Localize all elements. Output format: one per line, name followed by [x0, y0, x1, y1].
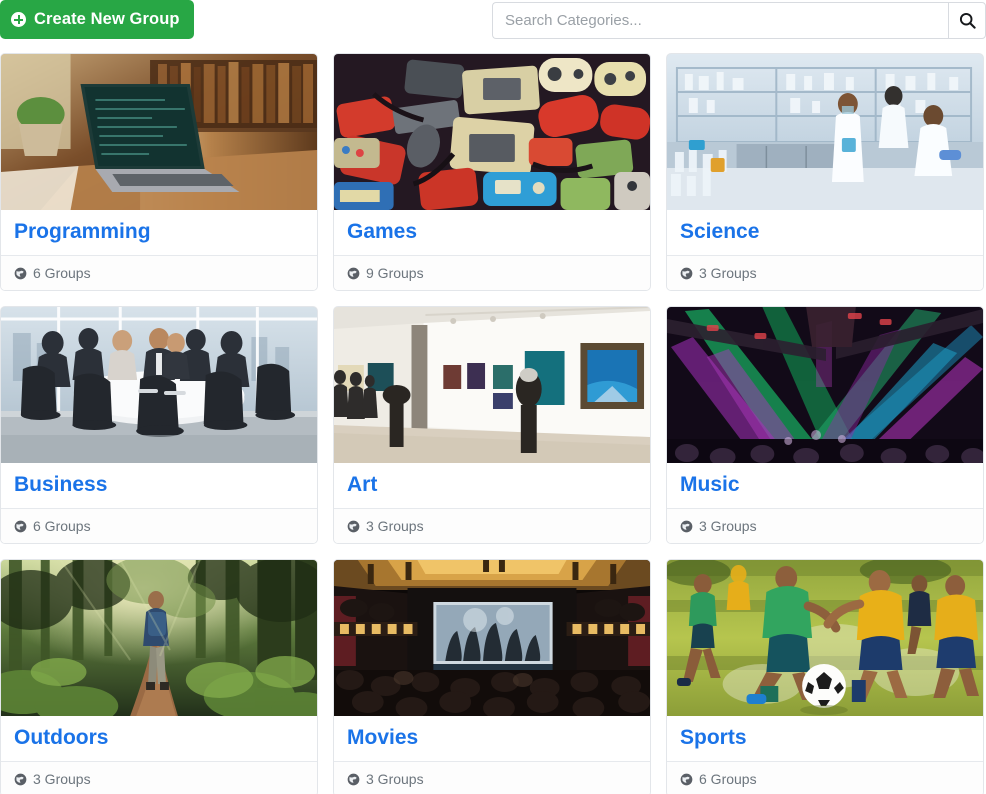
group-count-label: 6 Groups	[699, 771, 757, 788]
globe-icon	[14, 520, 27, 532]
globe-icon	[680, 520, 693, 532]
category-card-body: Sports	[667, 716, 983, 762]
globe-icon	[14, 267, 27, 279]
category-card-body: Music	[667, 463, 983, 509]
category-title-link[interactable]: Movies	[347, 727, 418, 749]
plus-circle-icon	[11, 12, 26, 27]
category-card-footer: 6 Groups	[667, 761, 983, 794]
category-title-link[interactable]: Business	[14, 473, 107, 496]
group-count-label: 9 Groups	[366, 265, 424, 282]
category-card[interactable]: Movies 3 Groups	[333, 559, 651, 794]
category-image-laptop-desk	[1, 54, 317, 210]
category-title-link[interactable]: Music	[680, 473, 740, 496]
category-image-cinema-hall	[334, 560, 650, 717]
category-image-soccer-match	[667, 560, 983, 717]
category-title-link[interactable]: Outdoors	[14, 727, 109, 749]
globe-icon	[14, 773, 27, 785]
category-card[interactable]: Games 9 Groups	[333, 53, 651, 292]
category-title-link[interactable]: Sports	[680, 727, 747, 749]
category-card-body: Outdoors	[1, 716, 317, 762]
category-title-link[interactable]: Science	[680, 220, 759, 243]
globe-icon	[347, 520, 360, 532]
category-card-footer: 3 Groups	[334, 508, 650, 544]
category-card-body: Programming	[1, 210, 317, 256]
category-card[interactable]: Programming 6 Groups	[0, 53, 318, 292]
search-button[interactable]	[948, 2, 986, 39]
category-card-footer: 3 Groups	[334, 761, 650, 794]
group-count-label: 3 Groups	[699, 518, 757, 535]
category-card-footer: 9 Groups	[334, 255, 650, 291]
create-new-group-label: Create New Group	[34, 10, 180, 28]
group-count-label: 3 Groups	[33, 771, 91, 788]
category-card-body: Business	[1, 463, 317, 509]
category-card[interactable]: Business 6 Groups	[0, 306, 318, 545]
category-card-body: Art	[334, 463, 650, 509]
create-new-group-button[interactable]: Create New Group	[0, 0, 194, 39]
search-input[interactable]	[492, 2, 948, 39]
category-image-forest-hiker	[1, 560, 317, 717]
group-count-label: 3 Groups	[699, 265, 757, 282]
category-card[interactable]: Sports 6 Groups	[666, 559, 984, 794]
category-card[interactable]: Science 3 Groups	[666, 53, 984, 292]
category-image-laboratory	[667, 54, 983, 210]
group-count-label: 3 Groups	[366, 771, 424, 788]
category-card-body: Games	[334, 210, 650, 256]
category-card-footer: 3 Groups	[667, 508, 983, 544]
group-count-label: 6 Groups	[33, 518, 91, 535]
globe-icon	[347, 773, 360, 785]
globe-icon	[347, 267, 360, 279]
group-count-label: 6 Groups	[33, 265, 91, 282]
category-image-concert-lights	[667, 307, 983, 464]
category-title-link[interactable]: Art	[347, 473, 377, 496]
category-card-footer: 3 Groups	[1, 761, 317, 794]
category-card[interactable]: Music 3 Groups	[666, 306, 984, 545]
category-card[interactable]: Art 3 Groups	[333, 306, 651, 545]
search-bar	[492, 2, 986, 39]
toolbar: Create New Group	[0, 0, 986, 40]
category-grid: Programming 6 Groups Games 9 Groups Scie…	[0, 53, 986, 794]
category-title-link[interactable]: Games	[347, 220, 417, 243]
category-card-footer: 3 Groups	[667, 255, 983, 291]
category-card-footer: 6 Groups	[1, 508, 317, 544]
group-count-label: 3 Groups	[366, 518, 424, 535]
category-card[interactable]: Outdoors 3 Groups	[0, 559, 318, 794]
category-image-art-gallery	[334, 307, 650, 464]
search-icon	[959, 12, 976, 29]
category-card-footer: 6 Groups	[1, 255, 317, 291]
category-title-link[interactable]: Programming	[14, 220, 151, 243]
category-card-body: Movies	[334, 716, 650, 762]
category-card-body: Science	[667, 210, 983, 256]
category-image-boardroom	[1, 307, 317, 464]
globe-icon	[680, 267, 693, 279]
category-image-retro-controllers	[334, 54, 650, 210]
globe-icon	[680, 773, 693, 785]
